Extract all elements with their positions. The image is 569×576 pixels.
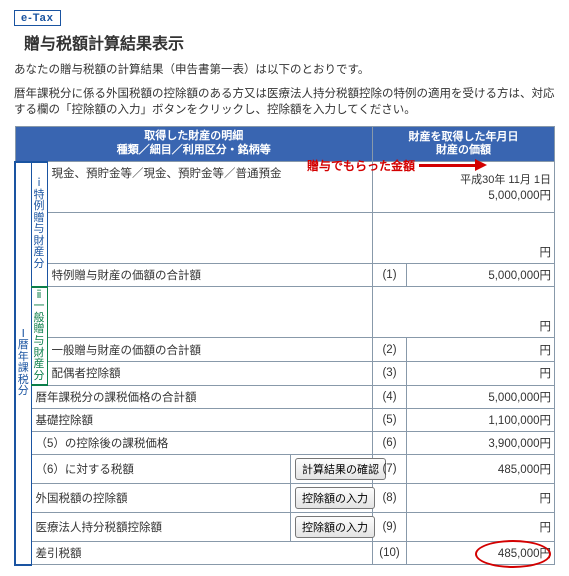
row10-no: (10) (373, 542, 407, 565)
row6-val: 3,900,000円 (407, 432, 555, 455)
row9-no: (9) (373, 513, 407, 542)
calculation-table-wrap: 取得した財産の明細 種類／細目／利用区分・銘柄等 財産を取得した年月日 財産の価… (14, 126, 555, 565)
deduction-input-button-1[interactable]: 控除額の入力 (295, 487, 375, 509)
row5-label: 基礎控除額 (31, 409, 373, 432)
row5-val: 1,100,000円 (407, 409, 555, 432)
special-empty-val: 円 (373, 213, 555, 264)
row8-val: 円 (407, 484, 555, 513)
calc-confirm-button[interactable]: 計算結果の確認 (295, 458, 386, 480)
general-empty-val: 円 (373, 287, 555, 338)
row9-val: 円 (407, 513, 555, 542)
spouse-deduction-label: 配偶者控除額 (47, 361, 373, 385)
special-subtotal-val: 5,000,000円 (407, 264, 555, 287)
general-subtotal-label: 一般贈与財産の価額の合計額 (47, 338, 373, 362)
row4-no: (4) (373, 385, 407, 409)
page-title: 贈与税額計算結果表示 (24, 30, 555, 54)
deduction-input-button-2[interactable]: 控除額の入力 (295, 516, 375, 538)
row10-label: 差引税額 (31, 542, 373, 565)
row7-val: 485,000円 (407, 455, 555, 484)
etax-badge: e-Tax (14, 10, 61, 26)
row5-no: (5) (373, 409, 407, 432)
general-subtotal-val: 円 (407, 338, 555, 362)
special-subtotal-label: 特例贈与財産の価額の合計額 (47, 264, 373, 287)
side-label-general: ⅱ一般贈与財産分 (31, 287, 47, 385)
description-line-1: あなたの贈与税額の計算結果（申告書第一表）は以下のとおりです。 (14, 62, 555, 78)
acquire-amount: 5,000,000円 (488, 190, 551, 202)
annotation-gift-amount-label: 贈与でもらった金額 (307, 157, 415, 174)
row-no-1: (1) (373, 264, 407, 287)
annotation-arrow-icon (419, 161, 487, 169)
row4-label: 暦年課税分の課税価格の合計額 (31, 385, 373, 409)
special-empty-row (47, 213, 373, 264)
side-label-special: ⅰ特例贈与財産分 (31, 162, 47, 287)
row7-label: （6）に対する税額 (31, 455, 291, 484)
row-no-3: (3) (373, 361, 407, 385)
general-empty-row (47, 287, 373, 338)
row9-label: 医療法人持分税額控除額 (31, 513, 291, 542)
row-no-2: (2) (373, 338, 407, 362)
row4-val: 5,000,000円 (407, 385, 555, 409)
side-label-nenkan: Ⅰ暦年課税分 (15, 162, 31, 565)
spouse-deduction-val: 円 (407, 361, 555, 385)
row10-val: 485,000円 (407, 542, 555, 565)
row8-label: 外国税額の控除額 (31, 484, 291, 513)
row8-no: (8) (373, 484, 407, 513)
description-line-2: 暦年課税分に係る外国税額の控除額のある方又は医療法人持分税額控除の特例の適用を受… (14, 86, 555, 118)
row6-no: (6) (373, 432, 407, 455)
calculation-table: 取得した財産の明細 種類／細目／利用区分・銘柄等 財産を取得した年月日 財産の価… (14, 126, 555, 565)
row6-label: （5）の控除後の課税価格 (31, 432, 373, 455)
